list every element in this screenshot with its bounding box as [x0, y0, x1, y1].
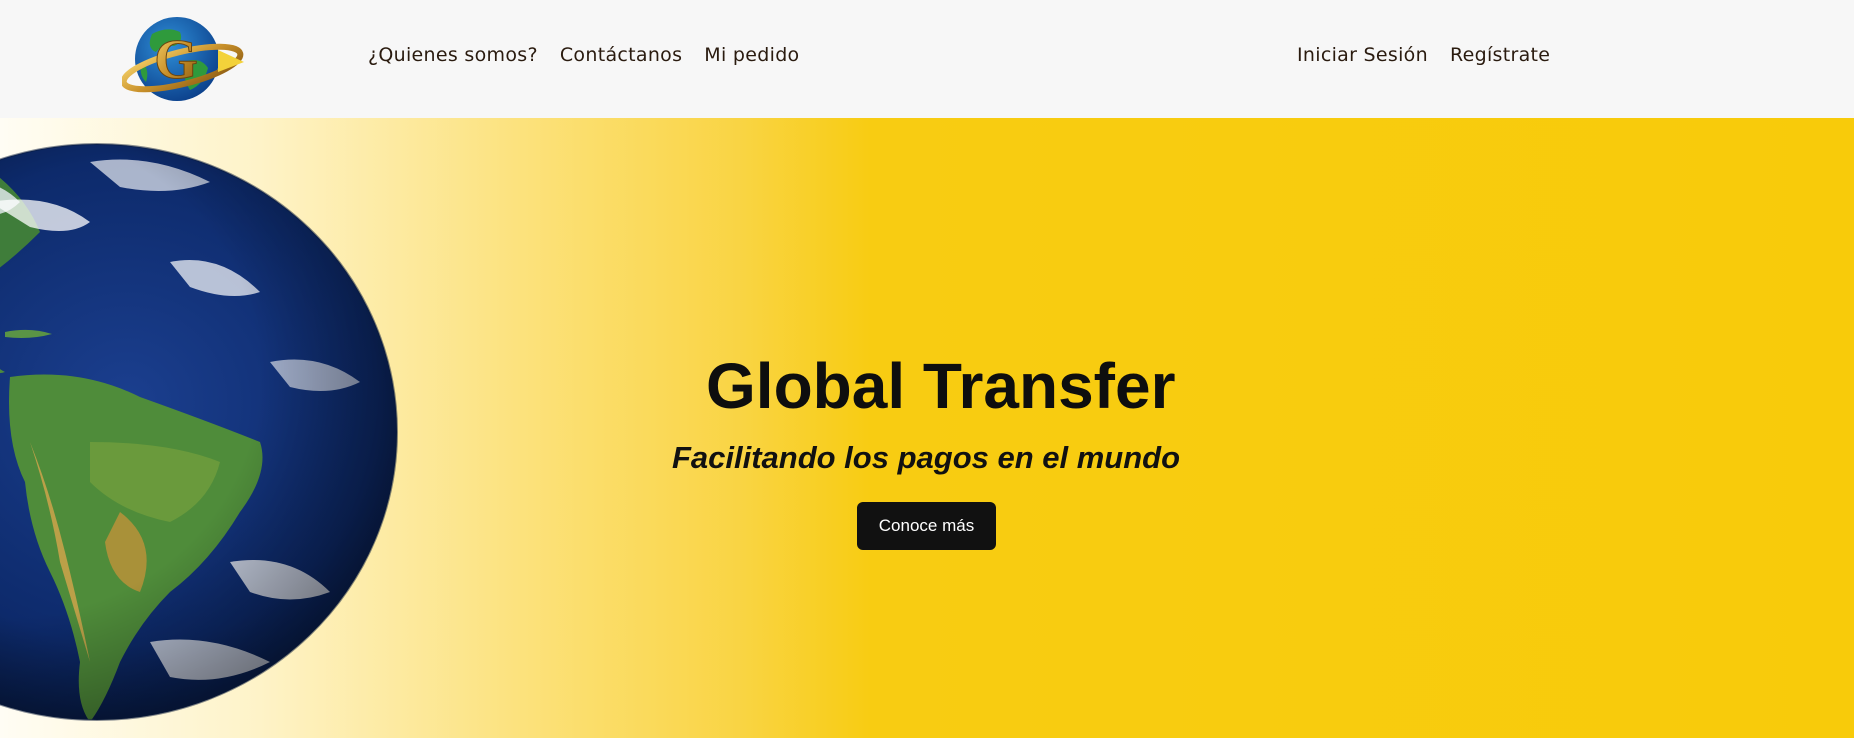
nav-link-login[interactable]: Iniciar Sesión [1297, 44, 1428, 66]
nav-link-contact[interactable]: Contáctanos [560, 44, 682, 66]
hero-subtitle: Facilitando los pagos en el mundo [671, 440, 1181, 475]
hero-banner: Global Transfer Facilitando los pagos en… [0, 118, 1854, 738]
learn-more-button[interactable]: Conoce más [857, 502, 996, 550]
logo-globe-icon: G [120, 17, 244, 101]
earth-globe-image [0, 143, 398, 721]
global-transfer-logo[interactable]: G [120, 12, 248, 104]
nav-link-register[interactable]: Regístrate [1450, 44, 1550, 66]
top-navbar: G ¿Quienes somos? Contáctanos Mi pedido … [0, 0, 1854, 118]
hero-subtitle-wrap: Facilitando los pagos en el mundo [670, 440, 1182, 476]
hero-title: Global Transfer [706, 350, 1176, 422]
nav-link-my-order[interactable]: Mi pedido [704, 44, 799, 66]
nav-link-about[interactable]: ¿Quienes somos? [368, 44, 538, 66]
svg-text:G: G [154, 29, 198, 91]
account-nav: Iniciar Sesión Regístrate [1297, 44, 1550, 66]
primary-nav: ¿Quienes somos? Contáctanos Mi pedido [368, 44, 799, 66]
hero-title-wrap: Global Transfer [706, 349, 1176, 423]
